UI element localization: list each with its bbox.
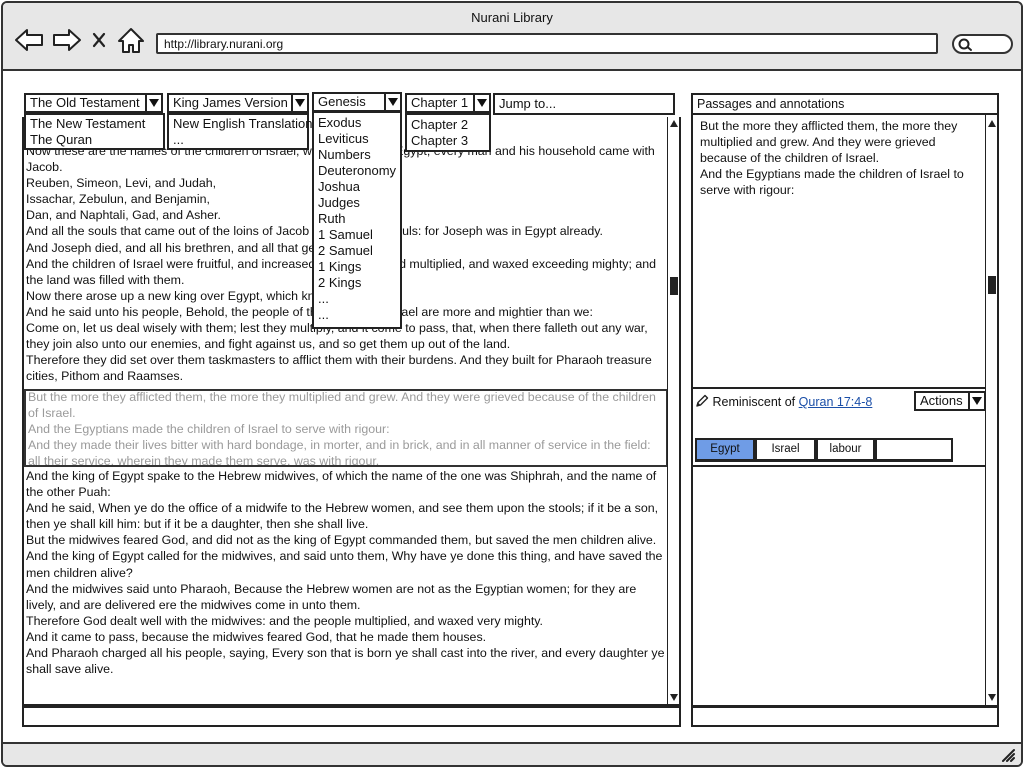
- verse[interactable]: And he said, When ye do the office of a …: [26, 500, 667, 532]
- verse[interactable]: And it came to pass, because the midwive…: [26, 629, 667, 645]
- back-arrow-icon[interactable]: [13, 25, 45, 55]
- scroll-thumb[interactable]: [670, 277, 678, 295]
- selected-passage-box[interactable]: But the more they afflicted them, the mo…: [24, 389, 668, 467]
- book-option[interactable]: 2 Samuel: [314, 243, 400, 259]
- testament-option[interactable]: The Quran: [26, 132, 163, 148]
- search-field[interactable]: [952, 34, 1013, 54]
- right-footer-bar: [691, 706, 999, 727]
- annotations-panel: But the more they afflicted them, the mo…: [691, 115, 999, 707]
- verse[interactable]: But the more they afflicted them, the mo…: [28, 391, 666, 421]
- text-scrollbar[interactable]: [667, 117, 679, 704]
- tag-egypt[interactable]: Egypt: [695, 438, 755, 462]
- status-bar: [3, 742, 1021, 765]
- chapter-dropdown: Chapter 2 Chapter 3: [405, 113, 491, 152]
- dropdown-arrow-icon[interactable]: [473, 95, 489, 111]
- book-option[interactable]: Judges: [314, 195, 400, 211]
- annotations-scrollbar[interactable]: [985, 115, 997, 705]
- version-dropdown: New English Translation ...: [167, 113, 312, 150]
- url-bar[interactable]: http://library.nurani.org: [156, 33, 938, 54]
- book-option[interactable]: Leviticus: [314, 131, 400, 147]
- quran-reference-link[interactable]: Quran 17:4-8: [799, 395, 873, 409]
- book-option[interactable]: Ruth: [314, 211, 400, 227]
- book-option[interactable]: 2 Kings: [314, 275, 400, 291]
- verse[interactable]: But the midwives feared God, and did not…: [26, 532, 667, 548]
- chapter-select[interactable]: Chapter 1: [405, 93, 491, 113]
- selected-passage-text: But the more they afflicted them, the mo…: [700, 118, 980, 198]
- left-footer-bar: [22, 706, 681, 727]
- verse[interactable]: And the king of Egypt called for the mid…: [26, 548, 667, 580]
- verse[interactable]: Therefore they did set over them taskmas…: [26, 352, 667, 384]
- version-select[interactable]: King James Version: [167, 93, 309, 113]
- dropdown-arrow-icon[interactable]: [145, 95, 161, 111]
- passage-verse: But the more they afflicted them, the mo…: [700, 119, 958, 166]
- window-title: Nurani Library: [471, 10, 553, 25]
- annotations-header: Passages and annotations: [691, 93, 999, 115]
- search-icon: [958, 38, 972, 51]
- passage-verse: And the Egyptians made the children of I…: [700, 167, 964, 198]
- dropdown-arrow-icon[interactable]: [291, 95, 307, 111]
- home-icon[interactable]: [116, 25, 146, 55]
- verse[interactable]: And they made their lives bitter with ha…: [28, 437, 666, 465]
- dropdown-arrow-icon[interactable]: [968, 393, 984, 409]
- book-option[interactable]: Numbers: [314, 147, 400, 163]
- stop-icon[interactable]: [89, 25, 111, 55]
- verse[interactable]: Therefore God dealt well with the midwiv…: [26, 613, 667, 629]
- book-option[interactable]: Exodus: [314, 115, 400, 131]
- scroll-up-icon[interactable]: [987, 119, 997, 129]
- scroll-up-icon[interactable]: [669, 119, 679, 129]
- version-option[interactable]: New English Translation: [169, 116, 312, 132]
- chapter-selected: Chapter 1: [411, 95, 469, 110]
- text-bottom-block: And the king of Egypt spake to the Hebre…: [24, 468, 667, 677]
- testament-dropdown: The New Testament The Quran: [24, 113, 165, 150]
- scroll-thumb[interactable]: [988, 276, 996, 294]
- version-selected: King James Version: [173, 95, 288, 110]
- book-option[interactable]: ...: [314, 291, 400, 307]
- book-option[interactable]: 1 Samuel: [314, 227, 400, 243]
- actions-label: Actions: [920, 393, 963, 408]
- actions-dropdown[interactable]: Actions: [914, 391, 986, 411]
- verse[interactable]: And the midwives said unto Pharaoh, Beca…: [26, 581, 667, 613]
- title-bar: Nurani Library http://library.nurani.org: [3, 3, 1021, 71]
- book-option[interactable]: 1 Kings: [314, 259, 400, 275]
- verse[interactable]: And the Egyptians made the children of I…: [28, 421, 666, 437]
- annotation-card: Reminiscent of Quran 17:4-8 Actions Egyp…: [693, 387, 986, 467]
- testament-select[interactable]: The Old Testament: [24, 93, 163, 113]
- scroll-down-icon[interactable]: [669, 693, 679, 703]
- dropdown-arrow-icon[interactable]: [384, 94, 400, 110]
- book-option[interactable]: Deuteronomy: [314, 163, 400, 179]
- forward-arrow-icon[interactable]: [51, 25, 83, 55]
- scroll-down-icon[interactable]: [987, 693, 997, 703]
- version-option[interactable]: ...: [169, 132, 307, 148]
- new-tag-input[interactable]: [875, 438, 953, 462]
- jump-to-input[interactable]: Jump to...: [493, 93, 675, 115]
- testament-selected: The Old Testament: [30, 95, 140, 110]
- book-select[interactable]: Genesis: [312, 92, 402, 112]
- tag-labour[interactable]: labour: [816, 438, 875, 462]
- book-selected: Genesis: [318, 94, 366, 109]
- text-highlight-block: But the more they afflicted them, the mo…: [26, 391, 666, 465]
- book-option[interactable]: Joshua: [314, 179, 400, 195]
- pencil-icon[interactable]: [695, 394, 709, 408]
- chapter-option[interactable]: Chapter 3: [407, 133, 489, 149]
- tag-israel[interactable]: Israel: [755, 438, 816, 462]
- verse[interactable]: And the king of Egypt spake to the Hebre…: [26, 468, 667, 500]
- chapter-option[interactable]: Chapter 2: [407, 117, 489, 133]
- verse[interactable]: And Pharaoh charged all his people, sayi…: [26, 645, 667, 677]
- reminiscent-row: Reminiscent of Quran 17:4-8: [695, 393, 872, 411]
- book-option[interactable]: ...: [314, 307, 400, 323]
- book-dropdown: Exodus Leviticus Numbers Deuteronomy Jos…: [312, 111, 402, 329]
- resize-grip-icon[interactable]: [1001, 748, 1015, 762]
- testament-option[interactable]: The New Testament: [26, 116, 163, 132]
- reminiscent-label: Reminiscent of: [712, 395, 796, 409]
